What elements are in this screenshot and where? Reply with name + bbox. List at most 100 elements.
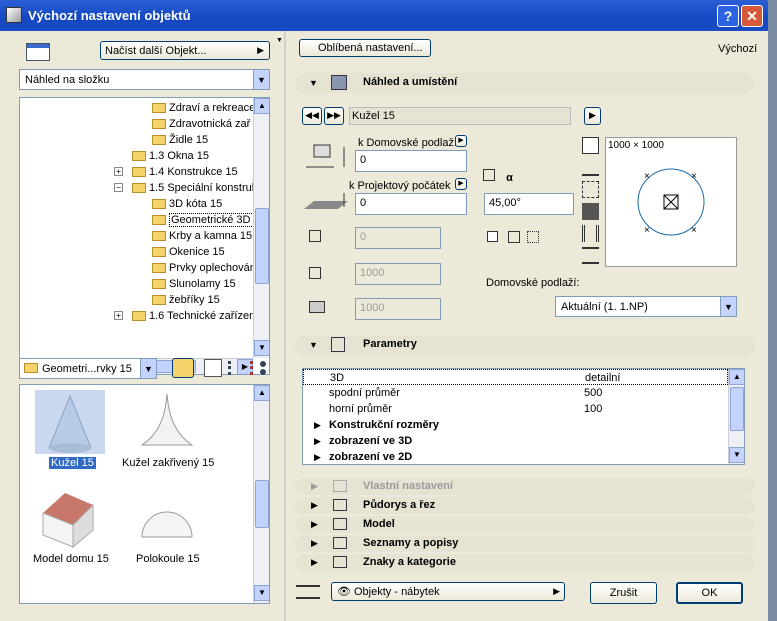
shaded-view-icon[interactable] [582, 203, 599, 220]
object-label[interactable]: Polokoule 15 [136, 553, 200, 565]
triangle-right-icon[interactable]: ▶ [314, 449, 321, 464]
tree-item[interactable]: 3D kóta 15 [152, 196, 222, 212]
table-row[interactable]: horní průměr 100 [303, 401, 728, 417]
section-header[interactable]: ▶ Seznamy a popisy [295, 535, 755, 552]
checkbox[interactable] [487, 231, 498, 242]
list-view-small-icon[interactable] [250, 361, 266, 375]
table-row[interactable]: spodní průměr 500 [303, 385, 728, 401]
load-object-button[interactable]: Načíst další Objekt... ▶ [100, 41, 270, 60]
param-name: spodní průměr [329, 387, 400, 399]
tree-item[interactable]: − 1.5 Speciální konstruk [114, 180, 258, 196]
table-row[interactable]: ▶ zobrazení ve 2D [303, 449, 728, 464]
mirror-icon[interactable] [508, 231, 520, 243]
tree-item[interactable]: +1.6 Technické zařízen [114, 308, 256, 324]
object-label[interactable]: Model domu 15 [33, 553, 109, 565]
table-row[interactable]: ▶ Konstrukční rozměry [303, 417, 728, 433]
small-icons-view-icon[interactable] [228, 361, 244, 375]
folder-icon [152, 135, 166, 146]
tree-item[interactable]: 1.3 Okna 15 [132, 148, 209, 164]
chevron-down-icon[interactable]: ▼ [276, 37, 283, 44]
list-icon[interactable] [582, 247, 599, 264]
param-value[interactable]: 100 [584, 401, 602, 417]
favorites-button[interactable]: Oblíbená nastavení... [299, 39, 431, 57]
mirror-dotted-icon[interactable] [527, 231, 539, 243]
folder-combo[interactable]: Geometri...rvky 15 ▼ [19, 358, 157, 379]
object-library[interactable]: Kužel 15 Kužel zakřivený 15 Model domu 1… [19, 384, 270, 604]
expand-toggle-icon[interactable]: + [114, 311, 123, 320]
home-story-combo[interactable]: Aktuální (1. 1.NP) ▼ [555, 296, 737, 317]
panel-splitter[interactable] [284, 31, 286, 621]
section-label: Půdorys a řez [363, 499, 436, 511]
size-a-icon [309, 267, 321, 279]
param-value[interactable]: 500 [584, 385, 602, 401]
svg-text:×: × [644, 225, 650, 236]
object-label[interactable]: Kužel zakřivený 15 [122, 457, 214, 469]
tree-item[interactable]: Krby a kamna 15 [152, 228, 252, 244]
tree-item[interactable]: Geometrické 3D p [152, 212, 262, 228]
params-section-header[interactable]: ▼ Parametry [295, 335, 755, 355]
expand-toggle-icon[interactable]: − [114, 183, 123, 192]
cancel-button[interactable]: Zrušit [590, 582, 657, 604]
object-label[interactable]: Kužel 15 [49, 457, 96, 469]
tree-item[interactable]: Zdravotnická zař [152, 116, 250, 132]
arrow-right-icon: ▶ [257, 45, 264, 55]
scroll-thumb[interactable] [255, 208, 269, 284]
close-button[interactable]: ✕ [741, 5, 763, 27]
section-header[interactable]: ▶ Znaky a kategorie [295, 554, 755, 571]
tree-item[interactable]: Slunolamy 15 [152, 276, 236, 292]
svg-text:×: × [644, 171, 650, 182]
list-item-polokoule[interactable] [132, 485, 202, 549]
tree-item[interactable]: +1.4 Konstrukce 15 [114, 164, 238, 180]
ok-button[interactable]: OK [676, 582, 743, 604]
filmstrip-icon[interactable] [582, 225, 599, 242]
params-scrollbar[interactable]: ▲ ▼ [728, 369, 744, 464]
b-size-input[interactable]: 1000 [355, 298, 441, 320]
triangle-right-icon[interactable]: ▶ [314, 433, 321, 449]
a-size-input[interactable]: 1000 [355, 263, 441, 285]
list-item-kuzel-zakriveny[interactable] [132, 390, 202, 454]
section-header[interactable]: ▶ Model [295, 516, 755, 533]
folder-tree[interactable]: Zdraví a rekreace Zdravotnická zař Židle 1… [19, 97, 270, 375]
tree-item[interactable]: Židle 15 [152, 132, 208, 148]
help-button[interactable]: ? [717, 5, 739, 27]
tree-item[interactable]: Okenice 15 [152, 244, 225, 260]
home-story-toggle[interactable]: ▶ [455, 135, 467, 147]
folder-icon [132, 183, 146, 194]
list-item-model-domu[interactable] [35, 485, 105, 549]
triangle-right-icon[interactable]: ▶ [314, 417, 321, 433]
param-name: zobrazení ve 2D [329, 451, 413, 463]
folder-icon [152, 279, 166, 290]
tree-item-label: 1.5 Speciální konstruk [149, 182, 258, 194]
width-input[interactable]: 0 [355, 227, 441, 249]
tree-item[interactable]: Zdraví a rekreace [152, 100, 255, 116]
library-scrollbar[interactable]: ▲ ▼ [253, 385, 269, 603]
list-view-icon[interactable] [26, 43, 50, 61]
layer-combo[interactable]: 👁 Objekty - nábytek ▶ [331, 582, 565, 601]
project-zero-input[interactable]: 0 [355, 193, 467, 215]
large-icons-view-icon[interactable] [204, 359, 222, 377]
project-zero-toggle[interactable]: ▶ [455, 178, 467, 190]
tree-item[interactable]: Prvky oplechování [152, 260, 259, 276]
param-value[interactable]: detailní [585, 370, 620, 386]
expand-toggle-icon[interactable]: + [114, 167, 123, 176]
home-story-offset-input[interactable]: 0 [355, 150, 467, 172]
list-item-kuzel[interactable] [35, 390, 105, 454]
preview-section-header[interactable]: ▼ Náhled a umístění [295, 73, 755, 93]
table-row[interactable]: ▶ zobrazení ve 3D [303, 433, 728, 449]
tree-item-label: 1.6 Technické zařízen [149, 310, 256, 322]
axon-view-icon[interactable] [582, 181, 599, 198]
tree-scrollbar[interactable]: ▲ ▼ [253, 98, 269, 358]
side-view-icon[interactable] [582, 159, 599, 176]
view-combo[interactable]: Náhled na složku ▼ [19, 69, 270, 90]
object-details-button[interactable]: ▶ [584, 107, 601, 125]
folder-up-icon[interactable] [172, 358, 194, 378]
angle-input[interactable]: 45,00° [484, 193, 574, 215]
plan-view-icon[interactable] [582, 137, 599, 154]
next-object-button[interactable]: ▶▶ [324, 107, 344, 125]
section-header[interactable]: ▶ Vlastní nastavení [295, 478, 755, 495]
table-row[interactable]: 3D detailní [303, 369, 728, 385]
prev-object-button[interactable]: ◀◀ [302, 107, 322, 125]
params-list[interactable]: 3D detailní spodní průměr 500 horní průměr 10… [302, 368, 745, 465]
tree-item[interactable]: žebříky 15 [152, 292, 220, 308]
section-header[interactable]: ▶ Půdorys a řez [295, 497, 755, 514]
